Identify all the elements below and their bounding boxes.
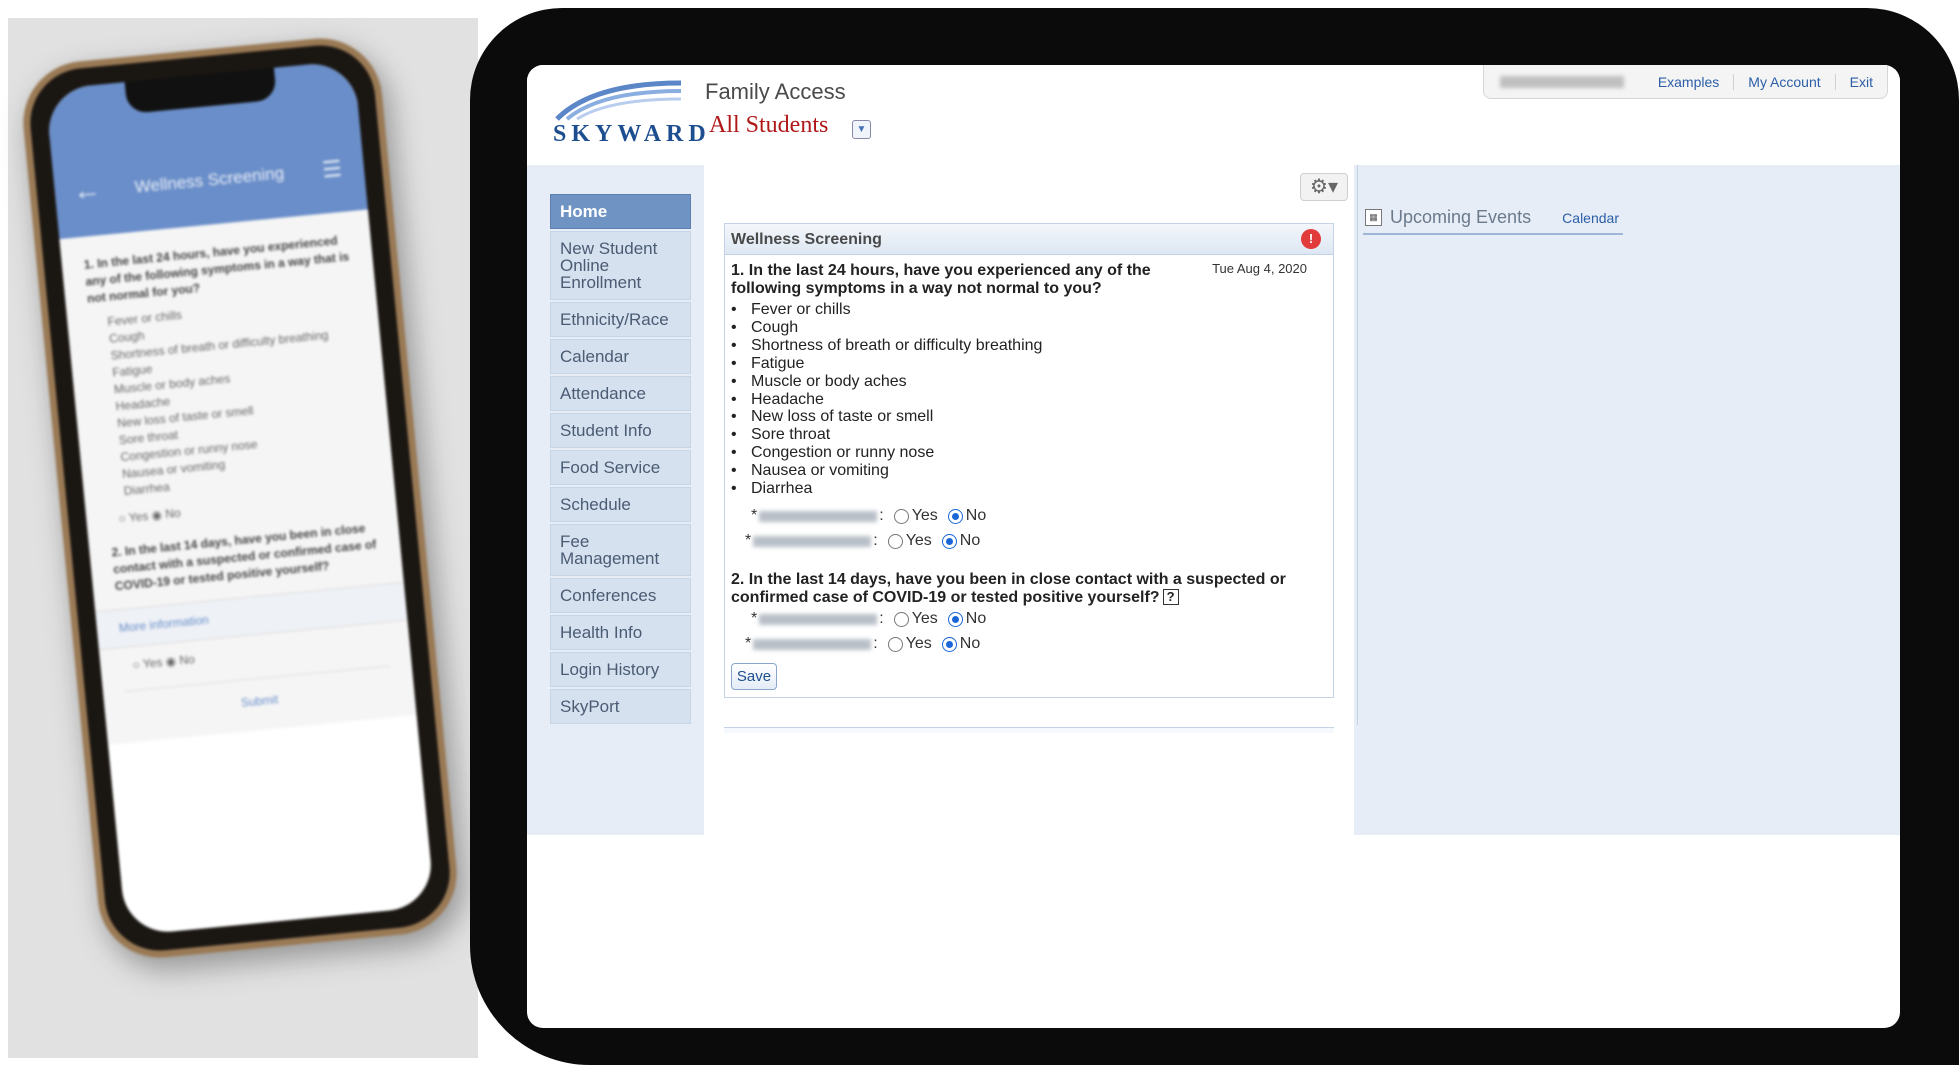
upcoming-events-header: ▦ Upcoming Events Calendar <box>1363 205 1623 235</box>
right-column <box>1357 165 1620 725</box>
back-arrow-icon[interactable]: ← <box>71 173 102 208</box>
radio-no[interactable] <box>947 611 963 627</box>
skyward-logo[interactable]: SKYWARD <box>553 77 706 157</box>
sidebar-item-food-service[interactable]: Food Service <box>550 450 691 485</box>
student-name-blurred <box>759 510 878 522</box>
symptom-item: Congestion or runny nose <box>731 444 1042 462</box>
calendar-icon: ▦ <box>1365 209 1382 226</box>
upcoming-events-title: Upcoming Events <box>1390 207 1532 227</box>
tablet-screen: SKYWARD Family Access All Students ▼ Exa… <box>527 65 1900 1028</box>
radio-yes[interactable] <box>893 611 909 627</box>
app-header: SKYWARD Family Access All Students ▼ Exa… <box>527 65 1900 165</box>
examples-link[interactable]: Examples <box>1644 74 1733 90</box>
answer-row-q1-student-1: * : Yes No <box>751 507 987 524</box>
sidebar-item-attendance[interactable]: Attendance <box>550 376 691 411</box>
symptom-list: Fever or chillsCoughShortness of breath … <box>731 301 1042 498</box>
phone-submit-button[interactable]: Submit <box>124 665 393 723</box>
radio-yes[interactable] <box>887 636 903 652</box>
sidebar-item-ethnicity-race[interactable]: Ethnicity/Race <box>550 302 691 337</box>
symptom-item: Fever or chills <box>731 301 1042 319</box>
required-marker: * <box>751 507 758 524</box>
sidebar-item-student-info[interactable]: Student Info <box>550 413 691 448</box>
my-account-link[interactable]: My Account <box>1733 73 1834 90</box>
chevron-down-icon[interactable]: ▼ <box>852 120 871 139</box>
wellness-screening-panel: Wellness Screening ! Tue Aug 4, 2020 1. … <box>724 223 1334 698</box>
radio-no[interactable] <box>941 533 957 549</box>
no-label: No <box>965 507 987 524</box>
student-name-blurred <box>753 535 872 547</box>
sidebar-item-home[interactable]: Home <box>550 194 691 229</box>
phone-body: 1. In the last 24 hours, have you experi… <box>59 209 417 745</box>
sidebar-item-skyport[interactable]: SkyPort <box>550 689 691 724</box>
top-links: Examples My Account Exit <box>1482 65 1888 99</box>
no-label: No <box>959 635 981 652</box>
symptom-item: Diarrhea <box>731 480 1042 498</box>
no-label: No <box>959 532 981 549</box>
required-marker: * <box>745 532 752 549</box>
symptom-item: New loss of taste or smell <box>731 408 1042 426</box>
sidebar-item-login-history[interactable]: Login History <box>550 652 691 687</box>
student-name-blurred <box>759 613 878 625</box>
next-panel-edge <box>724 727 1334 733</box>
yes-label: Yes <box>905 532 932 549</box>
question-2: 2. In the last 14 days, have you been in… <box>731 571 1331 607</box>
tablet-device: SKYWARD Family Access All Students ▼ Exa… <box>470 8 1959 1065</box>
radio-no[interactable] <box>947 508 963 524</box>
answer-row-q2-student-2: * : Yes No <box>745 635 981 652</box>
user-name-blurred <box>1499 75 1624 88</box>
sidebar-item-fee-management[interactable]: Fee Management <box>550 524 691 576</box>
phone-screen: ← Wellness Screening ☰ 1. In the last 24… <box>44 60 436 936</box>
no-label: No <box>965 610 987 627</box>
symptom-item: Nausea or vomiting <box>731 462 1042 480</box>
phone-question-2: 2. In the last 14 days, have you been in… <box>110 521 377 594</box>
phone-title: Wellness Screening <box>133 163 285 197</box>
required-marker: * <box>745 635 752 652</box>
menu-icon[interactable]: ☰ <box>321 156 343 184</box>
sidebar-item-schedule[interactable]: Schedule <box>550 487 691 522</box>
sidebar-nav: Home New Student Online Enrollment Ethni… <box>550 194 691 726</box>
save-button[interactable]: Save <box>731 663 777 690</box>
calendar-link[interactable]: Calendar <box>1562 210 1619 226</box>
symptom-item: Headache <box>731 391 1042 409</box>
date-stamp: Tue Aug 4, 2020 <box>1212 261 1307 276</box>
radio-no[interactable] <box>941 636 957 652</box>
sidebar-item-conferences[interactable]: Conferences <box>550 578 691 613</box>
gear-icon[interactable]: ⚙▾ <box>1300 173 1348 201</box>
symptom-item: Muscle or body aches <box>731 373 1042 391</box>
sidebar-item-new-student-enrollment[interactable]: New Student Online Enrollment <box>550 231 691 300</box>
exit-link[interactable]: Exit <box>1834 73 1887 90</box>
question-2-text: 2. In the last 14 days, have you been in… <box>731 571 1286 606</box>
app-title: Family Access <box>705 79 846 104</box>
yes-label: Yes <box>905 635 932 652</box>
sidebar-item-health-info[interactable]: Health Info <box>550 615 691 650</box>
help-icon[interactable]: ? <box>1162 589 1179 605</box>
yes-label: Yes <box>911 507 938 524</box>
panel-header: Wellness Screening ! <box>725 224 1333 255</box>
phone-symptom-list: Fever or chills Cough Shortness of breath … <box>89 290 372 502</box>
symptom-item: Fatigue <box>731 355 1042 373</box>
required-marker: * <box>751 610 758 627</box>
logo-swoosh-icon <box>555 80 682 121</box>
radio-yes[interactable] <box>893 508 909 524</box>
symptom-item: Sore throat <box>731 426 1042 444</box>
question-1: 1. In the last 24 hours, have you experi… <box>731 262 1151 297</box>
student-selector[interactable]: All Students <box>709 112 828 139</box>
yes-label: Yes <box>911 610 938 627</box>
answer-row-q1-student-2: * : Yes No <box>745 532 981 549</box>
radio-yes[interactable] <box>887 533 903 549</box>
sidebar-item-calendar[interactable]: Calendar <box>550 339 691 374</box>
symptom-item: Cough <box>731 319 1042 337</box>
student-name-blurred <box>753 638 872 650</box>
alert-icon[interactable]: ! <box>1301 229 1321 249</box>
answer-row-q2-student-1: * : Yes No <box>751 610 987 627</box>
logo-text: SKYWARD <box>553 121 711 147</box>
panel-title: Wellness Screening <box>731 231 882 248</box>
symptom-item: Shortness of breath or difficulty breath… <box>731 337 1042 355</box>
